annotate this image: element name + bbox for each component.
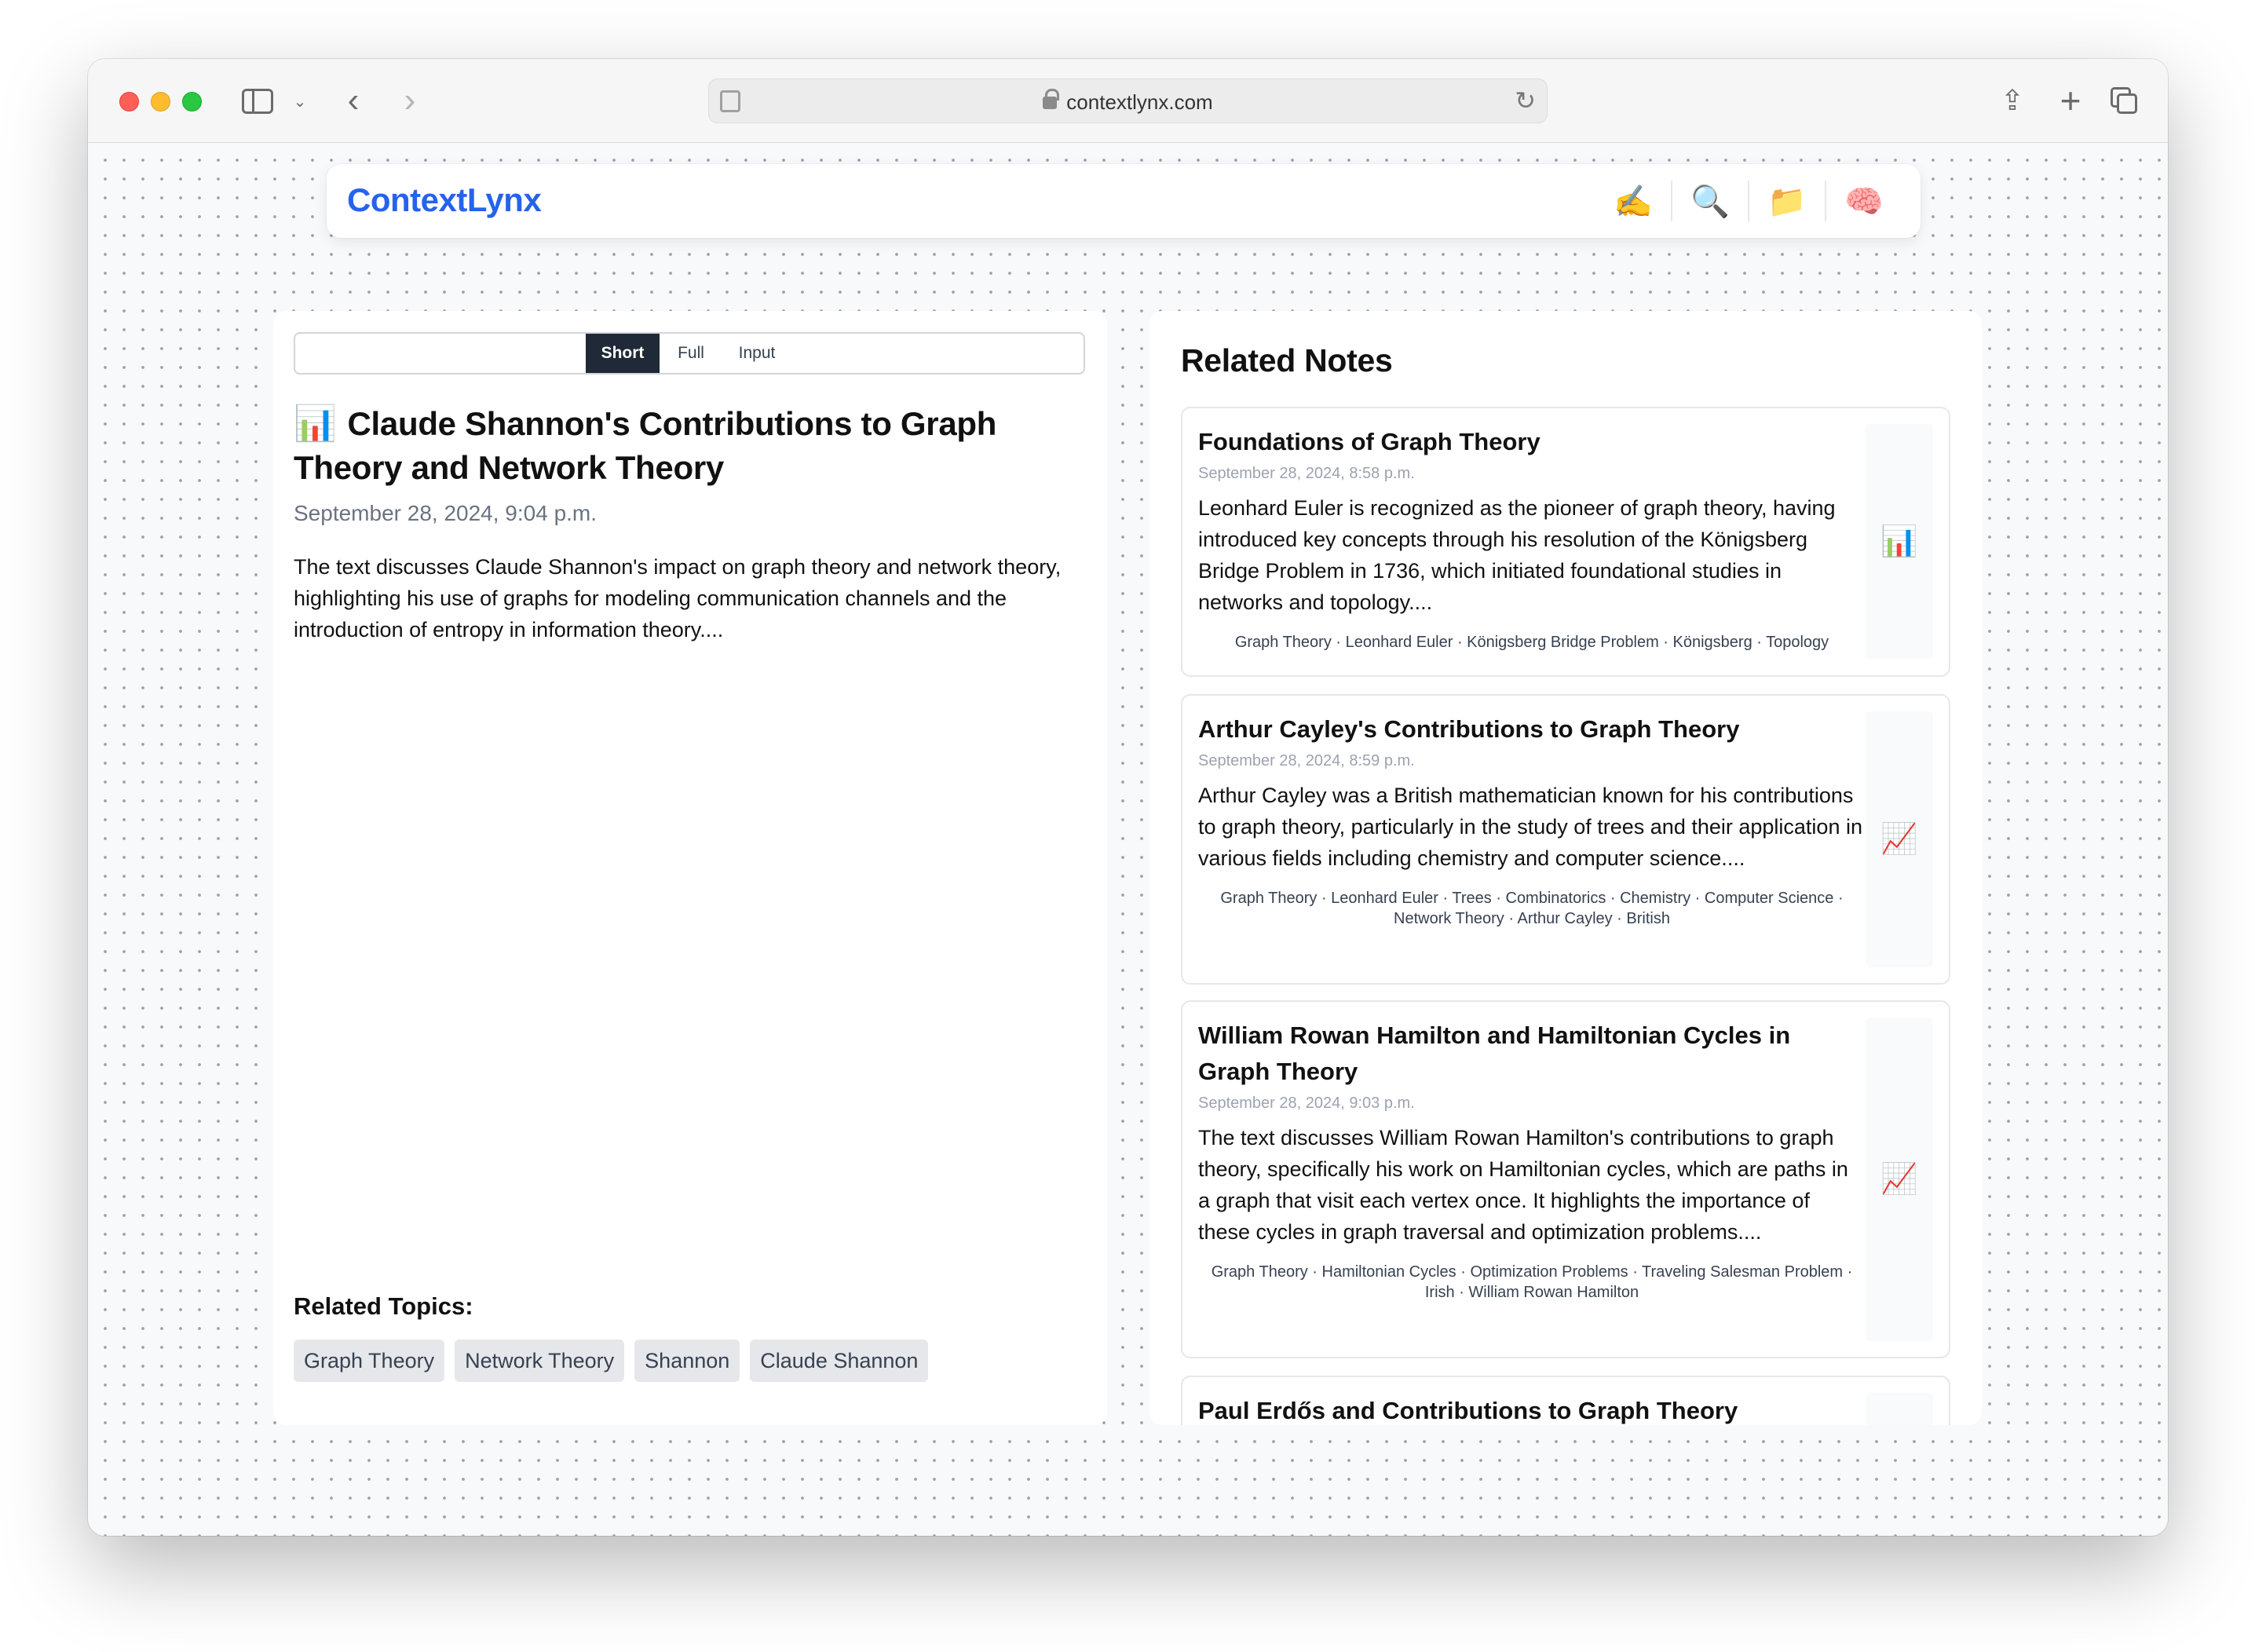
related-notes-heading: Related Notes	[1181, 342, 1393, 378]
back-arrow-icon[interactable]: ‹	[338, 81, 369, 120]
bar-chart-icon: 📊	[294, 404, 337, 443]
related-note-date: September 28, 2024, 8:59 p.m.	[1198, 752, 1415, 769]
related-note-summary: Leonhard Euler is recognized as the pion…	[1198, 496, 1836, 614]
url-display[interactable]: contextlynx.com	[709, 89, 1547, 115]
related-note-thumbnail	[1866, 1393, 1933, 1425]
related-note-card[interactable]: Arthur Cayley's Contributions to Graph T…	[1181, 694, 1950, 985]
topic-chip[interactable]: Claude Shannon	[750, 1340, 929, 1382]
related-notes-panel: Related Notes Foundations of Graph Theor…	[1149, 311, 1982, 1425]
related-note-body: Foundations of Graph Theory September 28…	[1198, 424, 1866, 652]
line-chart-icon: 📈	[1880, 823, 1918, 856]
related-note-card[interactable]: Foundations of Graph Theory September 28…	[1181, 407, 1950, 677]
related-note-thumbnail: 📈	[1866, 1018, 1933, 1341]
address-bar[interactable]: contextlynx.com ↻	[708, 79, 1548, 123]
reload-icon[interactable]: ↻	[1515, 86, 1536, 115]
forward-arrow-icon[interactable]: ›	[394, 81, 426, 120]
related-topics-list: Graph Theory Network Theory Shannon Clau…	[294, 1340, 929, 1382]
view-short-button[interactable]: Short	[586, 334, 660, 373]
minimize-window-button[interactable]	[151, 92, 170, 111]
browser-titlebar: ⌄ ‹ › contextlynx.com ↻ ⇪ +	[88, 59, 2168, 143]
writing-hand-icon[interactable]: ✍️	[1595, 175, 1671, 227]
topic-chip[interactable]: Network Theory	[455, 1340, 625, 1382]
search-icon[interactable]: 🔍	[1672, 175, 1748, 227]
related-note-summary: Arthur Cayley was a British mathematicia…	[1198, 784, 1862, 870]
related-note-card[interactable]: William Rowan Hamilton and Hamiltonian C…	[1181, 1000, 1950, 1358]
related-note-tags: Graph Theory · Hamiltonian Cycles · Opti…	[1211, 1263, 1853, 1301]
close-window-button[interactable]	[119, 92, 139, 111]
zoom-window-button[interactable]	[182, 92, 202, 111]
share-icon[interactable]: ⇪	[1997, 81, 2028, 120]
related-note-body: William Rowan Hamilton and Hamiltonian C…	[1198, 1018, 1866, 1303]
note-title: 📊 Claude Shannon's Contributions to Graph…	[294, 402, 1079, 490]
url-text: contextlynx.com	[1066, 90, 1213, 114]
related-note-body: Paul Erdős and Contributions to Graph Th…	[1198, 1393, 1866, 1425]
header-actions: ✍️ 🔍 📁 🧠	[1595, 175, 1902, 227]
related-note-summary: The text discusses William Rowan Hamilto…	[1198, 1126, 1848, 1244]
related-note-date: September 28, 2024, 8:58 p.m.	[1198, 465, 1415, 482]
topic-chip[interactable]: Shannon	[634, 1340, 740, 1382]
lock-icon	[1043, 89, 1060, 109]
note-detail-card: Short Full Input 📊 Claude Shannon's Contr…	[273, 311, 1107, 1425]
browser-window: ⌄ ‹ › contextlynx.com ↻ ⇪ + ContextLynx …	[88, 59, 2168, 1536]
related-note-title[interactable]: Arthur Cayley's Contributions to Graph T…	[1198, 711, 1866, 747]
related-note-title[interactable]: Foundations of Graph Theory	[1198, 424, 1866, 460]
note-summary: The text discusses Claude Shannon's impa…	[294, 555, 1062, 641]
related-note-thumbnail: 📈	[1866, 711, 1933, 967]
sidebar-toggle-icon[interactable]	[242, 89, 273, 114]
related-note-card[interactable]: Paul Erdős and Contributions to Graph Th…	[1181, 1376, 1950, 1425]
brand-logo[interactable]: ContextLynx	[347, 181, 542, 219]
related-note-date: September 28, 2024, 9:03 p.m.	[1198, 1095, 1415, 1112]
new-tab-icon[interactable]: +	[2055, 80, 2086, 121]
folder-icon[interactable]: 📁	[1749, 175, 1825, 227]
related-note-title[interactable]: Paul Erdős and Contributions to Graph Th…	[1198, 1393, 1866, 1425]
topic-chip[interactable]: Graph Theory	[294, 1340, 445, 1382]
app-header: ContextLynx ✍️ 🔍 📁 🧠	[327, 164, 1921, 238]
brain-icon[interactable]: 🧠	[1826, 175, 1902, 227]
tab-overview-icon[interactable]	[2109, 86, 2140, 117]
related-note-body: Arthur Cayley's Contributions to Graph T…	[1198, 711, 1866, 929]
note-title-text: Claude Shannon's Contributions to Graph …	[294, 405, 997, 486]
note-date: September 28, 2024, 9:04 p.m.	[294, 501, 598, 525]
related-note-title[interactable]: William Rowan Hamilton and Hamiltonian C…	[1198, 1018, 1866, 1090]
related-note-thumbnail: 📊	[1866, 424, 1933, 660]
page-content: ContextLynx ✍️ 🔍 📁 🧠 Short Full Input 📊 C…	[88, 143, 2168, 1536]
related-note-tags: Graph Theory · Leonhard Euler · Trees · …	[1220, 890, 1844, 927]
view-input-button[interactable]: Input	[722, 334, 791, 373]
line-chart-icon: 📈	[1880, 1163, 1918, 1196]
bar-chart-icon: 📊	[1880, 525, 1918, 558]
view-full-button[interactable]: Full	[660, 334, 722, 373]
related-topics-heading: Related Topics:	[294, 1292, 473, 1320]
view-mode-toggle: Short Full Input	[294, 332, 1085, 375]
related-note-tags: Graph Theory · Leonhard Euler · Königsbe…	[1234, 634, 1829, 651]
chevron-down-icon[interactable]: ⌄	[291, 89, 309, 114]
